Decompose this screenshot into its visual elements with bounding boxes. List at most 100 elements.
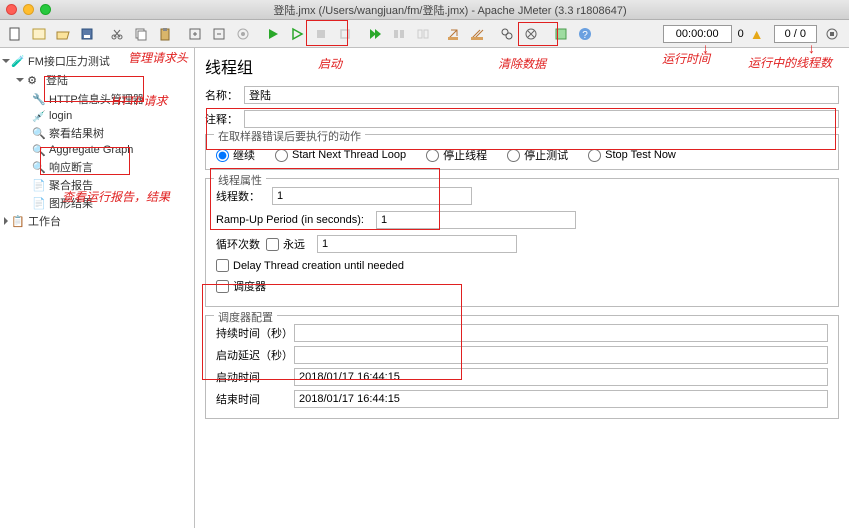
duration-input[interactable] <box>294 324 828 342</box>
delay-thread-checkbox[interactable] <box>216 259 229 272</box>
tree-plan-label: FM接口压力测试 <box>28 53 110 69</box>
svg-text:?: ? <box>582 30 588 41</box>
tree-item-aggregate-report[interactable]: 📄聚合报告 <box>4 176 190 194</box>
cut-button[interactable] <box>106 23 128 45</box>
clipboard-icon: 📋 <box>11 214 25 228</box>
rampup-input[interactable] <box>376 211 576 229</box>
threads-label: 线程数： <box>216 188 260 204</box>
window-minimize-button[interactable] <box>23 4 34 15</box>
window-title: 登陆.jmx (/Users/wangjuan/fm/登陆.jmx) - Apa… <box>57 2 843 18</box>
tree-item-aggregate-graph[interactable]: 🔍Aggregate Graph <box>4 142 190 158</box>
loop-input[interactable] <box>317 235 517 253</box>
search-button[interactable] <box>496 23 518 45</box>
pipette-icon: 💉 <box>32 109 46 123</box>
end-time-input[interactable] <box>294 390 828 408</box>
toggle-button[interactable] <box>232 23 254 45</box>
window-close-button[interactable] <box>6 4 17 15</box>
tree-item-label: HTTP信息头管理器 <box>49 91 144 107</box>
rampup-label: Ramp-Up Period (in seconds): <box>216 214 364 226</box>
tree-workbench[interactable]: 📋工作台 <box>4 212 190 230</box>
reset-search-button[interactable] <box>520 23 542 45</box>
scheduler-config-group: 调度器配置 持续时间（秒） 启动延迟（秒） 启动时间 结束时间 <box>205 315 839 419</box>
tree-thread-group[interactable]: ⚙登陆 <box>4 70 190 90</box>
tree-item-label: 图形结果 <box>49 195 93 211</box>
tree-workbench-label: 工作台 <box>28 213 61 229</box>
radio-stop-test[interactable]: 停止测试 <box>507 147 568 163</box>
scheduler-label: 调度器 <box>233 278 266 294</box>
start-time-input[interactable] <box>294 368 828 386</box>
scheduler-legend: 调度器配置 <box>214 309 277 325</box>
warning-icon: ▲ <box>750 26 764 42</box>
gear-icon: ⚙ <box>25 73 39 87</box>
start-delay-input[interactable] <box>294 346 828 364</box>
title-bar: 登陆.jmx (/Users/wangjuan/fm/登陆.jmx) - Apa… <box>0 0 849 20</box>
toolbar: ? 00:00:00 0 ▲ 0 / 0 <box>0 20 849 48</box>
radio-start-next[interactable]: Start Next Thread Loop <box>275 149 406 162</box>
tree-test-plan[interactable]: 🧪FM接口压力测试 <box>4 52 190 70</box>
radio-continue[interactable]: 继续 <box>216 147 255 163</box>
magnifier-icon: 🔍 <box>32 143 46 157</box>
flask-icon: 🧪 <box>11 54 25 68</box>
new-button[interactable] <box>4 23 26 45</box>
templates-button[interactable] <box>28 23 50 45</box>
comment-label: 注释： <box>205 111 238 127</box>
tree-item-label: 聚合报告 <box>49 177 93 193</box>
elapsed-time: 00:00:00 <box>663 25 732 43</box>
loop-label: 循环次数 <box>216 236 260 252</box>
forever-checkbox[interactable] <box>266 238 279 251</box>
sampler-error-group: 在取样器错误后要执行的动作 继续 Start Next Thread Loop … <box>205 134 839 170</box>
name-input[interactable] <box>244 86 839 104</box>
shutdown-button[interactable] <box>334 23 356 45</box>
end-time-label: 结束时间 <box>216 391 294 407</box>
thread-props-legend: 线程属性 <box>214 172 266 188</box>
tree-item-label: Aggregate Graph <box>49 144 133 156</box>
warning-count: 0 <box>738 28 744 40</box>
help-button[interactable]: ? <box>574 23 596 45</box>
collapse-button[interactable] <box>208 23 230 45</box>
start-no-timers-button[interactable] <box>286 23 308 45</box>
comment-input[interactable] <box>244 110 839 128</box>
tree-item-label: login <box>49 110 72 122</box>
tree-item-header-manager[interactable]: 🔧HTTP信息头管理器 <box>4 90 190 108</box>
tree-item-login[interactable]: 💉login <box>4 108 190 124</box>
start-button[interactable] <box>262 23 284 45</box>
copy-button[interactable] <box>130 23 152 45</box>
tree-group-label: 登陆 <box>42 71 72 89</box>
thread-count: 0 / 0 <box>774 25 817 43</box>
report-icon: 📄 <box>32 196 46 210</box>
tree-item-label: 察看结果树 <box>49 125 104 141</box>
function-helper-button[interactable] <box>550 23 572 45</box>
expand-button[interactable] <box>184 23 206 45</box>
duration-label: 持续时间（秒） <box>216 325 294 341</box>
forever-label: 永远 <box>283 236 305 252</box>
paste-button[interactable] <box>154 23 176 45</box>
tree-item-view-results[interactable]: 🔍察看结果树 <box>4 124 190 142</box>
report-icon: 📄 <box>32 178 46 192</box>
clear-all-button[interactable] <box>466 23 488 45</box>
tree-item-label: 响应断言 <box>49 159 93 175</box>
expand-collapse-icon[interactable] <box>821 23 843 45</box>
test-plan-tree[interactable]: 🧪FM接口压力测试 ⚙登陆 🔧HTTP信息头管理器 💉login 🔍察看结果树 … <box>0 48 195 528</box>
clear-button[interactable] <box>442 23 464 45</box>
scheduler-checkbox[interactable] <box>216 280 229 293</box>
threads-input[interactable] <box>272 187 472 205</box>
save-button[interactable] <box>76 23 98 45</box>
radio-stop-thread[interactable]: 停止线程 <box>426 147 487 163</box>
wrench-icon: 🔧 <box>32 92 46 106</box>
radio-stop-now[interactable]: Stop Test Now <box>588 149 676 162</box>
start-time-label: 启动时间 <box>216 369 294 385</box>
magnifier-icon: 🔍 <box>32 160 46 174</box>
thread-properties-group: 线程属性 线程数： Ramp-Up Period (in seconds): 循… <box>205 178 839 307</box>
tree-item-assertion[interactable]: 🔍响应断言 <box>4 158 190 176</box>
tree-item-graph-results[interactable]: 📄图形结果 <box>4 194 190 212</box>
open-button[interactable] <box>52 23 74 45</box>
window-maximize-button[interactable] <box>40 4 51 15</box>
name-label: 名称： <box>205 87 238 103</box>
panel-heading: 线程组 <box>205 54 839 78</box>
stop-button[interactable] <box>310 23 332 45</box>
sampler-error-legend: 在取样器错误后要执行的动作 <box>214 128 365 144</box>
remote-shutdown-button[interactable] <box>412 23 434 45</box>
remote-stop-button[interactable] <box>388 23 410 45</box>
delay-thread-label: Delay Thread creation until needed <box>233 260 404 272</box>
remote-start-button[interactable] <box>364 23 386 45</box>
